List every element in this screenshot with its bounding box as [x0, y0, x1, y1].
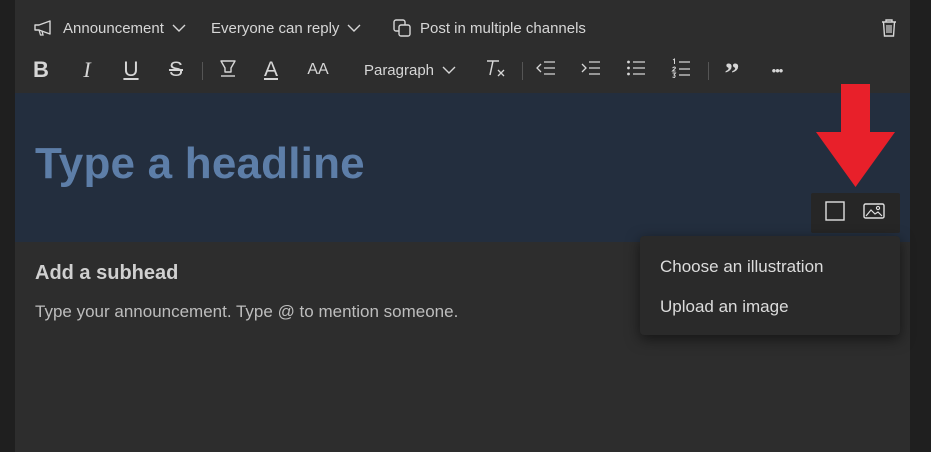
headline-banner[interactable]: Type a headline: [15, 93, 910, 242]
post-multiple-channels-label: Post in multiple channels: [420, 19, 586, 37]
font-color-button[interactable]: A: [259, 56, 283, 84]
strike-glyph: S: [168, 58, 183, 81]
font-size-button[interactable]: AA: [305, 56, 331, 84]
banner-color-icon: [825, 200, 845, 226]
banner-color-button[interactable]: [822, 200, 848, 226]
numbered-list-icon: [671, 57, 691, 83]
delete-button[interactable]: [880, 15, 898, 41]
numbered-list-button[interactable]: [669, 56, 693, 84]
formatting-toolbar: B I U S A AA Paragraph ” •••: [15, 52, 910, 92]
reply-settings-dropdown[interactable]: Everyone can reply: [211, 15, 361, 41]
font-color-glyph: A: [263, 58, 278, 81]
more-options-button[interactable]: •••: [764, 56, 790, 84]
announcement-label: Announcement: [63, 19, 164, 37]
toolbar-divider: [522, 62, 523, 80]
upload-image-item[interactable]: Upload an image: [660, 292, 789, 322]
italic-glyph: I: [83, 57, 91, 82]
announcement-composer: Announcement Everyone can reply Post in …: [15, 0, 910, 452]
underline-glyph: U: [123, 58, 139, 81]
font-size-glyph: AA: [307, 61, 329, 78]
quote-button[interactable]: ”: [720, 56, 744, 90]
clear-format-icon: [484, 57, 506, 84]
post-multiple-channels-button[interactable]: Post in multiple channels: [392, 15, 586, 41]
subhead-input[interactable]: Add a subhead: [35, 262, 178, 285]
underline-button[interactable]: U: [119, 56, 143, 84]
decrease-indent-icon: [536, 59, 556, 82]
increase-indent-icon: [581, 59, 601, 82]
composer-top-bar: Announcement Everyone can reply Post in …: [15, 0, 910, 56]
bold-button[interactable]: B: [29, 56, 53, 84]
banner-tools: [811, 193, 900, 233]
reply-settings-label: Everyone can reply: [211, 19, 340, 37]
bulleted-list-button[interactable]: [624, 56, 648, 84]
more-options-icon: •••: [771, 62, 784, 78]
toolbar-divider: [202, 62, 203, 80]
paragraph-style-dropdown[interactable]: Paragraph: [364, 56, 456, 84]
chevron-down-icon: [172, 23, 186, 33]
strikethrough-button[interactable]: S: [164, 56, 188, 84]
bulleted-list-icon: [626, 59, 646, 82]
banner-image-icon: [863, 202, 885, 225]
paragraph-style-label: Paragraph: [363, 61, 435, 79]
banner-image-menu: Choose an illustration Upload an image: [640, 236, 900, 335]
headline-input[interactable]: Type a headline: [35, 139, 365, 189]
chevron-down-icon: [347, 23, 361, 33]
trash-icon: [880, 18, 898, 38]
callout-arrow: [816, 84, 895, 187]
announcement-body-input[interactable]: Type your announcement. Type @ to mentio…: [35, 302, 458, 322]
megaphone-icon: [33, 19, 55, 37]
announcement-dropdown[interactable]: Announcement: [33, 15, 186, 41]
bold-glyph: B: [33, 57, 49, 82]
chevron-down-icon: [442, 62, 456, 79]
highlight-button[interactable]: [216, 56, 240, 84]
copy-channels-icon: [392, 18, 412, 38]
banner-image-button[interactable]: [861, 201, 887, 225]
clear-formatting-button[interactable]: [483, 56, 507, 84]
highlighter-icon: [218, 58, 238, 83]
decrease-indent-button[interactable]: [534, 56, 558, 84]
italic-button[interactable]: I: [75, 56, 99, 84]
quote-glyph: ”: [724, 57, 740, 90]
choose-illustration-item[interactable]: Choose an illustration: [660, 252, 823, 282]
toolbar-divider: [708, 62, 709, 80]
increase-indent-button[interactable]: [579, 56, 603, 84]
